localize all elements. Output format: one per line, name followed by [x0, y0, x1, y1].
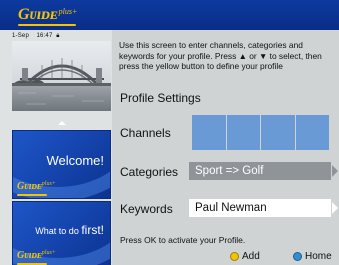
- guide-plus-logo: Gᴜɪᴅᴇ plus+: [17, 250, 56, 265]
- guide-plus-logo: Gᴜɪᴅᴇ plus+: [17, 181, 56, 196]
- channels-selector[interactable]: [192, 115, 329, 150]
- add-button[interactable]: Add: [230, 251, 260, 262]
- channel-slot[interactable]: [192, 115, 226, 150]
- channel-slot[interactable]: [261, 115, 295, 150]
- welcome-panel[interactable]: Welcome! Gᴜɪᴅᴇ plus+: [12, 130, 111, 199]
- activate-hint-text: Press OK to activate your Profile.: [120, 235, 246, 245]
- categories-label: Categories: [120, 165, 179, 179]
- status-clock: 1-Sep 16:47 🔒︎: [12, 33, 60, 39]
- channel-slot[interactable]: [226, 115, 260, 150]
- header-bar: Gᴜɪᴅᴇ plus+: [0, 0, 339, 30]
- scroll-up-arrow-icon[interactable]: [58, 121, 66, 125]
- home-button[interactable]: Home: [293, 251, 332, 262]
- channel-slot[interactable]: [295, 115, 329, 150]
- preview-image: [12, 41, 111, 111]
- lock-icon: 🔒︎: [56, 33, 60, 39]
- guide-plus-screen: Gᴜɪᴅᴇ plus+ 1-Sep 16:47 🔒︎ Welcome! Gᴜɪᴅ…: [0, 0, 339, 265]
- guide-plus-logo: Gᴜɪᴅᴇ plus+: [18, 5, 77, 26]
- instructions-text: Use this screen to enter channels, categ…: [119, 40, 322, 71]
- keywords-next-arrow-icon[interactable]: [332, 202, 338, 214]
- what-to-do-first-panel[interactable]: What to do first! Gᴜɪᴅᴇ plus+: [12, 201, 111, 265]
- keywords-field[interactable]: Paul Newman: [189, 199, 331, 217]
- categories-field[interactable]: Sport => Golf: [189, 162, 331, 180]
- page-title: Profile Settings: [120, 91, 201, 105]
- channels-label: Channels: [120, 126, 171, 140]
- keywords-label: Keywords: [120, 202, 173, 216]
- categories-next-arrow-icon[interactable]: [332, 165, 338, 177]
- yellow-button-icon: [230, 252, 239, 261]
- blue-button-icon: [293, 252, 302, 261]
